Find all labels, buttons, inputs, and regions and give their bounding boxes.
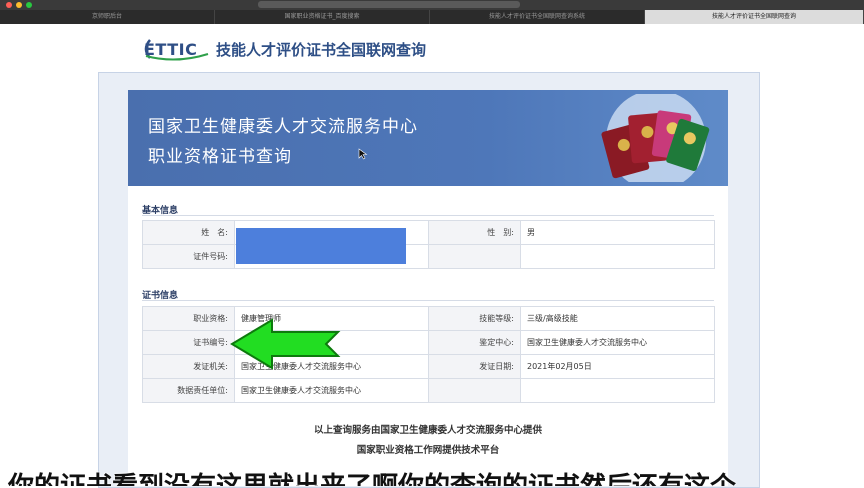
skill-level-label: 技能等级: — [428, 306, 521, 331]
site-title: 技能人才评价证书全国联网查询 — [216, 40, 427, 59]
tab-bar: 京师职后台 国家职业资格证书_百度搜索 技能人才评价证书全国联网查询系统 技能人… — [0, 10, 864, 24]
table-row: 职业资格: 健康管理师 技能等级: 三级/高级技能 — [142, 306, 715, 331]
data-unit-value: 国家卫生健康委人才交流服务中心 — [234, 378, 429, 403]
gender-label: 性 别: — [428, 220, 521, 245]
empty-cell — [520, 378, 715, 403]
table-row: 证书编号: 鉴定中心: 国家卫生健康委人才交流服务中心 — [142, 330, 715, 355]
appraisal-center-label: 鉴定中心: — [428, 330, 521, 355]
redaction-mask — [236, 228, 406, 264]
empty-cell — [428, 244, 521, 269]
browser-tab[interactable]: 国家职业资格证书_百度搜索 — [215, 10, 430, 24]
gender-value: 男 — [520, 220, 715, 245]
result-card: 国家卫生健康委人才交流服务中心 职业资格证书查询 基本信息 姓 名: 性 别: … — [128, 90, 728, 486]
table-row: 数据责任单位: 国家卫生健康委人才交流服务中心 — [142, 378, 715, 403]
issuer-label: 发证机关: — [142, 354, 235, 379]
address-bar[interactable] — [258, 1, 520, 8]
table-row: 发证机关: 国家卫生健康委人才交流服务中心 发证日期: 2021年02月05日 — [142, 354, 715, 379]
logo-text: ETTIC — [144, 40, 198, 59]
issue-date-value: 2021年02月05日 — [520, 354, 715, 379]
cert-number-label: 证书编号: — [142, 330, 235, 355]
mouse-cursor-icon — [358, 148, 368, 160]
subtitle-text: 你的证书看到没有这里就出来了啊你的查询的证书然后还有这个 — [8, 466, 736, 486]
empty-cell — [428, 378, 521, 403]
browser-tab[interactable]: 京师职后台 — [0, 10, 215, 24]
divider — [142, 215, 714, 216]
video-subtitle: 你的证书看到没有这里就出来了啊你的查询的证书然后还有这个 — [0, 462, 864, 486]
minimize-window-icon[interactable] — [16, 2, 22, 8]
skill-level-value: 三级/高级技能 — [520, 306, 715, 331]
ettic-logo[interactable]: ETTIC — [140, 36, 212, 62]
table-row: 证件号码: — [142, 244, 715, 269]
site-header: ETTIC 技能人才评价证书全国联网查询 — [140, 34, 426, 64]
zoom-window-icon[interactable] — [26, 2, 32, 8]
close-window-icon[interactable] — [6, 2, 12, 8]
browser-tab[interactable]: 技能人才评价证书全国联网查询系统 — [430, 10, 645, 24]
appraisal-center-value: 国家卫生健康委人才交流服务中心 — [520, 330, 715, 355]
issue-date-label: 发证日期: — [428, 354, 521, 379]
name-label: 姓 名: — [142, 220, 235, 245]
browser-title-bar — [0, 0, 864, 10]
banner: 国家卫生健康委人才交流服务中心 职业资格证书查询 — [128, 90, 728, 186]
table-row: 姓 名: 性 别: 男 — [142, 220, 715, 245]
id-number-label: 证件号码: — [142, 244, 235, 269]
qualification-label: 职业资格: — [142, 306, 235, 331]
footer-provider-text: 以上查询服务由国家卫生健康委人才交流服务中心提供 — [313, 425, 542, 436]
data-unit-label: 数据责任单位: — [142, 378, 235, 403]
certificate-info-table: 职业资格: 健康管理师 技能等级: 三级/高级技能 证书编号: 鉴定中心: 国家… — [142, 306, 715, 403]
banner-title-line1: 国家卫生健康委人才交流服务中心 — [148, 117, 418, 137]
banner-title-line2: 职业资格证书查询 — [148, 147, 292, 167]
certificates-image — [601, 94, 710, 182]
footer-platform-text: 国家职业资格工作网提供技术平台 — [356, 445, 500, 456]
divider — [142, 300, 714, 301]
basic-info-table: 姓 名: 性 别: 男 证件号码: — [142, 220, 715, 269]
green-arrow-icon — [230, 318, 341, 370]
browser-tab-active[interactable]: 技能人才评价证书全国联网查询 — [645, 10, 864, 24]
empty-cell — [520, 244, 715, 269]
